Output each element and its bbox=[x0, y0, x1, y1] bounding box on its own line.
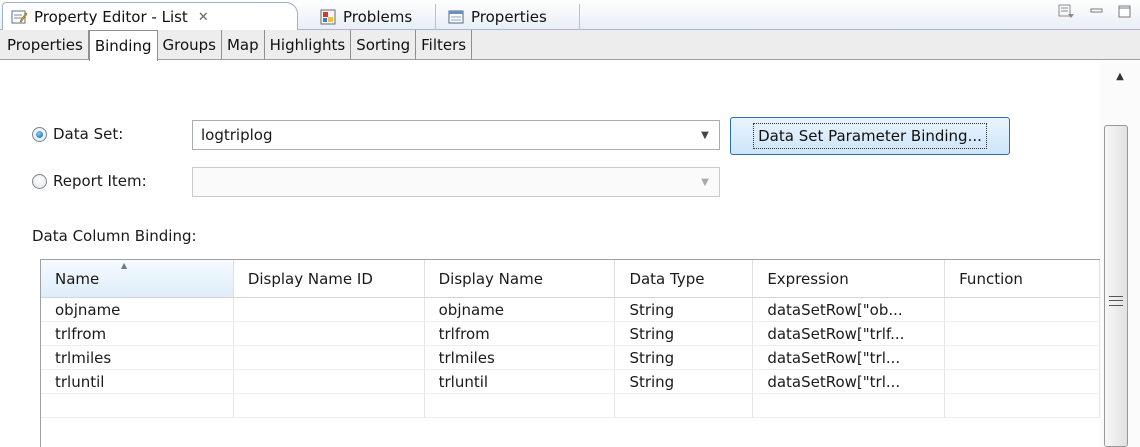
grip-icon bbox=[1109, 296, 1123, 306]
button-label: Data Set Parameter Binding... bbox=[753, 123, 987, 149]
minimize-icon[interactable] bbox=[1090, 6, 1104, 18]
report-item-radio[interactable] bbox=[32, 173, 47, 189]
tab-map[interactable]: Map bbox=[222, 30, 265, 59]
table-row[interactable]: trlmiles trlmiles String dataSetRow["trl… bbox=[41, 346, 1100, 370]
cell-display-name-id bbox=[233, 298, 425, 322]
column-header-name[interactable]: ▲ Name bbox=[41, 260, 234, 297]
cell-empty bbox=[945, 394, 1100, 418]
cell-expression: dataSetRow["ob... bbox=[753, 298, 946, 322]
binding-panel: Data Set: logtriplog ▼ Data Set Paramete… bbox=[0, 61, 1100, 447]
view-tab-bar: Property Editor - List ✕ Problems Proper… bbox=[0, 0, 1140, 31]
cell-data-type: String bbox=[615, 298, 754, 322]
cell-data-type: String bbox=[615, 322, 754, 346]
cell-function bbox=[945, 322, 1100, 346]
cell-display-name-id bbox=[233, 370, 425, 394]
tab-filters[interactable]: Filters bbox=[416, 30, 473, 59]
scrollbar-thumb[interactable] bbox=[1104, 125, 1128, 447]
cell-empty bbox=[424, 394, 616, 418]
cell-display-name: trlmiles bbox=[424, 346, 616, 370]
view-menu-icon[interactable] bbox=[1058, 4, 1076, 20]
cell-data-type: String bbox=[615, 346, 754, 370]
close-icon[interactable]: ✕ bbox=[198, 10, 209, 25]
data-set-value: logtriplog bbox=[201, 126, 273, 144]
cell-empty bbox=[233, 394, 425, 418]
column-header-display-name[interactable]: Display Name bbox=[425, 260, 616, 297]
data-column-binding-table: ▲ Name Display Name ID Display Name Data… bbox=[40, 259, 1100, 447]
cell-name: objname bbox=[41, 298, 234, 322]
cell-function bbox=[945, 370, 1100, 394]
table-row[interactable]: trlfrom trlfrom String dataSetRow["trlf.… bbox=[41, 322, 1100, 346]
property-editor-icon bbox=[11, 9, 28, 25]
cell-display-name: trluntil bbox=[424, 370, 616, 394]
report-item-combo[interactable]: ▼ bbox=[192, 167, 720, 197]
sort-ascending-icon: ▲ bbox=[121, 261, 128, 270]
scroll-up-icon[interactable]: ▲ bbox=[1100, 61, 1140, 91]
data-set-parameter-binding-button[interactable]: Data Set Parameter Binding... bbox=[730, 117, 1010, 155]
tab-groups[interactable]: Groups bbox=[158, 30, 222, 59]
tab-property-editor[interactable]: Property Editor - List ✕ bbox=[2, 2, 298, 31]
cell-display-name: objname bbox=[424, 298, 616, 322]
tab-label: Properties bbox=[471, 8, 547, 26]
table-row[interactable]: trluntil trluntil String dataSetRow["trl… bbox=[41, 370, 1100, 394]
chevron-down-icon[interactable]: ▼ bbox=[691, 168, 719, 196]
view-controls bbox=[1058, 4, 1132, 20]
data-set-radio-group[interactable]: Data Set: bbox=[32, 125, 123, 143]
cell-display-name: trlfrom bbox=[424, 322, 616, 346]
data-set-radio[interactable] bbox=[32, 126, 47, 142]
data-set-label: Data Set: bbox=[53, 125, 124, 143]
report-item-radio-group[interactable]: Report Item: bbox=[32, 172, 147, 190]
cell-name: trlfrom bbox=[41, 322, 234, 346]
tab-binding[interactable]: Binding bbox=[88, 30, 158, 61]
tab-sorting[interactable]: Sorting bbox=[351, 30, 417, 59]
column-header-display-name-id[interactable]: Display Name ID bbox=[234, 260, 425, 297]
maximize-icon[interactable] bbox=[1118, 5, 1132, 19]
cell-function bbox=[945, 346, 1100, 370]
column-header-data-type[interactable]: Data Type bbox=[615, 260, 754, 297]
tab-label: Problems bbox=[343, 8, 413, 26]
cell-data-type: String bbox=[615, 370, 754, 394]
sub-tab-bar: Properties Binding Groups Map Highlights… bbox=[0, 30, 1140, 61]
table-row[interactable]: objname objname String dataSetRow["ob... bbox=[41, 298, 1100, 322]
cell-empty bbox=[753, 394, 946, 418]
data-column-binding-label: Data Column Binding: bbox=[32, 227, 197, 245]
tab-label: Property Editor - List bbox=[34, 8, 188, 26]
tab-highlights[interactable]: Highlights bbox=[265, 30, 352, 59]
table-row-empty bbox=[41, 394, 1100, 418]
vertical-scrollbar[interactable]: ▲ bbox=[1100, 61, 1140, 447]
column-header-function[interactable]: Function bbox=[945, 260, 1100, 297]
problems-icon bbox=[320, 9, 337, 25]
cell-empty bbox=[41, 394, 234, 418]
tab-properties-sub[interactable]: Properties bbox=[2, 30, 89, 59]
cell-empty bbox=[615, 394, 754, 418]
cell-function bbox=[945, 298, 1100, 322]
chevron-down-icon[interactable]: ▼ bbox=[691, 121, 719, 149]
cell-name: trluntil bbox=[41, 370, 234, 394]
report-item-label: Report Item: bbox=[53, 172, 147, 190]
column-header-expression[interactable]: Expression bbox=[753, 260, 946, 297]
cell-display-name-id bbox=[233, 322, 425, 346]
cell-expression: dataSetRow["trl... bbox=[753, 346, 946, 370]
cell-expression: dataSetRow["trl... bbox=[753, 370, 946, 394]
data-set-combo[interactable]: logtriplog ▼ bbox=[192, 120, 720, 150]
tab-problems[interactable]: Problems bbox=[312, 4, 436, 30]
tab-properties[interactable]: Properties bbox=[440, 4, 580, 30]
cell-name: trlmiles bbox=[41, 346, 234, 370]
table-header: ▲ Name Display Name ID Display Name Data… bbox=[41, 260, 1100, 298]
cell-expression: dataSetRow["trlf... bbox=[753, 322, 946, 346]
cell-display-name-id bbox=[233, 346, 425, 370]
properties-icon bbox=[448, 9, 465, 25]
